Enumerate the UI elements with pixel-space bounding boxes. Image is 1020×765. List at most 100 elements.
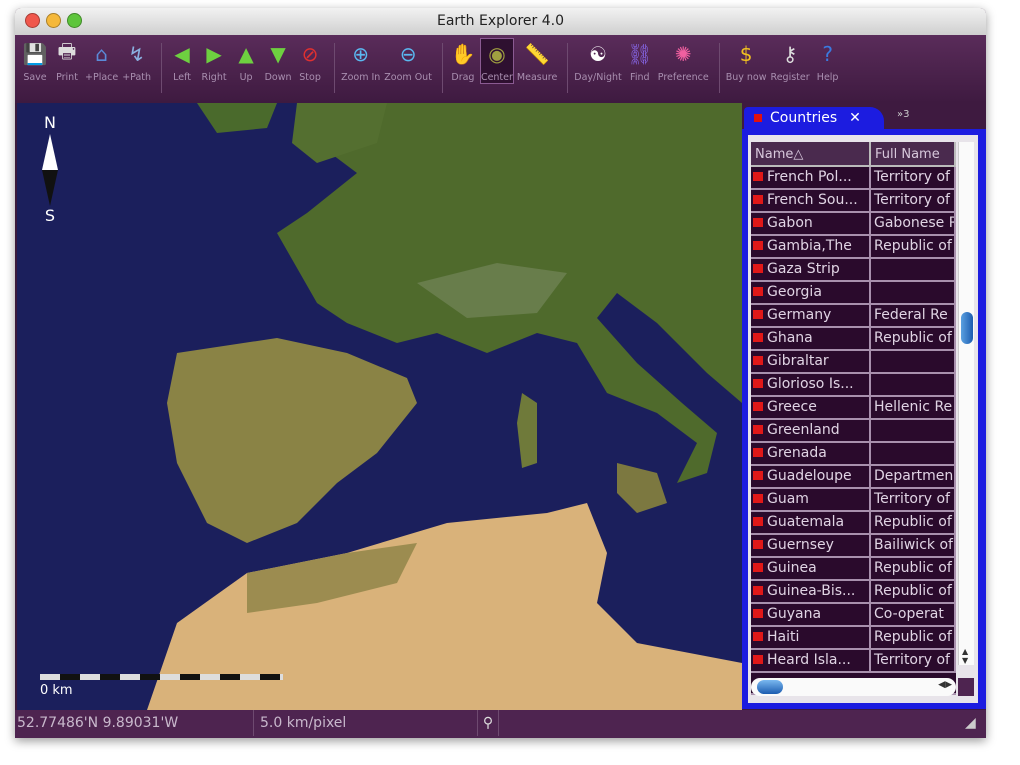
horizontal-scrollbar[interactable]: ◀▶ [751,678,956,696]
table-row[interactable]: Haiti Republic of [751,627,956,650]
register-button[interactable]: ⚷ Register [771,39,810,83]
table-row[interactable]: Guinea-Bis... Republic of [751,581,956,604]
buy-button[interactable]: $ Buy now [726,39,767,83]
table-row[interactable]: Guadeloupe Departmen [751,466,956,489]
find-label: Find [630,72,650,83]
scale-readout: 5.0 km/pixel [253,710,346,736]
zoomout-button[interactable]: ⊖ Zoom Out [384,39,432,83]
place-label: +Place [85,72,119,83]
arrow-up-icon: ▲ [238,42,254,66]
table-row[interactable]: Guyana Co-operat [751,604,956,627]
drag-label: Drag [451,72,475,83]
full-name-cell: Republic of [871,581,956,602]
tab-overflow[interactable]: »3 [897,109,909,120]
up-button[interactable]: ▲ Up [232,39,260,83]
full-name-cell: Gabonese R [871,213,956,234]
close-button[interactable] [25,13,40,28]
table-row[interactable]: Guernsey Bailiwick of [751,535,956,558]
close-tab-icon[interactable]: ✕ [849,110,861,126]
coordinates-readout: 52.77486'N 9.89031'W [17,715,179,731]
country-name-cell: French Pol... [751,167,871,188]
find-button[interactable]: ⛓ Find [626,39,654,83]
countries-table: Name△ Full Name French Pol... Territory o… [751,142,956,695]
table-row[interactable]: Germany Federal Re [751,305,956,328]
table-row[interactable]: Greenland [751,420,956,443]
key-icon: ⚷ [782,42,798,66]
measure-button[interactable]: 📏 Measure [517,39,557,83]
path-button[interactable]: ↯ +Path [122,39,151,83]
yin-yang-icon: ☯ [589,42,607,66]
arrow-left-icon: ◀ [174,42,190,66]
country-name: Germany [767,307,832,323]
table-row[interactable]: French Sou... Territory of [751,190,956,213]
toolbar-separator [441,43,443,93]
drag-button[interactable]: ✋ Drag [449,39,477,83]
center-icon: ◉ [488,42,506,66]
country-name: French Sou... [767,192,858,208]
help-button[interactable]: ? Help [814,39,842,83]
scroll-arrows-icon[interactable]: ▲ ▼ [962,647,968,665]
satellite-map [147,103,742,710]
flag-icon [753,241,763,250]
full-name-cell: Territory of [871,650,956,671]
flag-icon [753,310,763,319]
daynight-button[interactable]: ☯ Day/Night [574,39,621,83]
toolbar-separator [334,43,336,93]
stop-label: Stop [299,72,321,83]
flag-icon [753,494,763,503]
vertical-scrollbar[interactable]: ▲ ▼ [958,142,974,665]
down-button[interactable]: ▼ Down [264,39,292,83]
left-button[interactable]: ◀ Left [168,39,196,83]
table-row[interactable]: Ghana Republic of [751,328,956,351]
stop-button[interactable]: ⊘ Stop [296,39,324,83]
compass-needle-south [42,170,58,206]
column-header-full-name[interactable]: Full Name [871,142,956,165]
table-row[interactable]: Guam Territory of [751,489,956,512]
magnifier-icon[interactable]: ⚲ [477,710,499,736]
table-row[interactable]: Grenada [751,443,956,466]
table-row[interactable]: Guinea Republic of [751,558,956,581]
table-row[interactable]: French Pol... Territory of [751,167,956,190]
center-button[interactable]: ◉ Center [479,38,514,84]
hscroll-arrows-icon[interactable]: ◀▶ [938,680,952,690]
country-name: Ghana [767,330,813,346]
full-name-cell [871,259,956,280]
table-row[interactable]: Georgia [751,282,956,305]
save-button[interactable]: 💾 Save [21,39,49,83]
table-row[interactable]: Heard Isla... Territory of [751,650,956,673]
resize-grip-icon[interactable]: ◢ [965,710,976,736]
column-header-name[interactable]: Name△ [751,142,871,165]
right-button[interactable]: ▶ Right [200,39,228,83]
zoom-button[interactable] [67,13,82,28]
minimize-button[interactable] [46,13,61,28]
left-label: Left [173,72,191,83]
tab-countries[interactable]: Countries ✕ [744,107,884,129]
zoomin-button[interactable]: ⊕ Zoom In [341,39,380,83]
flag-icon [753,517,763,526]
flag-icon [753,379,763,388]
full-name-cell: Territory of [871,167,956,188]
status-bar: 52.77486'N 9.89031'W 5.0 km/pixel ⚲ ◢ [15,710,986,738]
flag-icon [753,287,763,296]
table-row[interactable]: Greece Hellenic Re [751,397,956,420]
full-name-cell: Republic of [871,627,956,648]
compass-needle-icon [42,134,58,170]
full-name-cell: Republic of [871,328,956,349]
table-row[interactable]: Gibraltar [751,351,956,374]
country-name-cell: Guatemala [751,512,871,533]
country-name-cell: Germany [751,305,871,326]
print-button[interactable]: 🖶 Print [53,39,81,83]
preference-button[interactable]: ✺ Preference [658,39,709,83]
hscroll-thumb[interactable] [757,680,783,694]
place-button[interactable]: ⌂ +Place [85,39,118,83]
map-view[interactable]: N S 0 km [17,103,742,710]
country-name-cell: Gibraltar [751,351,871,372]
table-row[interactable]: Guatemala Republic of [751,512,956,535]
table-row[interactable]: Gambia,The Republic of [751,236,956,259]
scroll-thumb[interactable] [961,312,973,344]
zoomin-label: Zoom In [341,72,381,83]
binoculars-icon: ⛓ [627,42,653,66]
table-row[interactable]: Gabon Gabonese R [751,213,956,236]
table-row[interactable]: Glorioso Is... [751,374,956,397]
table-row[interactable]: Gaza Strip [751,259,956,282]
